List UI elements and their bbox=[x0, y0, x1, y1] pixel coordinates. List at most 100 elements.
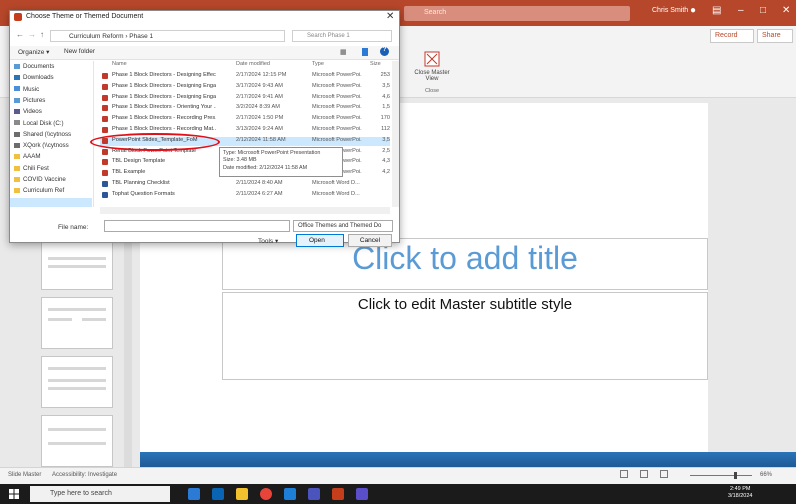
organize-button[interactable]: Organize ▾ bbox=[18, 48, 49, 56]
help-icon[interactable]: ? bbox=[380, 47, 389, 56]
powerpoint-file-icon bbox=[102, 170, 108, 177]
file-name-input[interactable] bbox=[104, 220, 290, 232]
column-size[interactable]: Size bbox=[370, 61, 381, 67]
powerpoint-file-icon bbox=[102, 94, 108, 101]
file-row[interactable]: Phase 1 Block Directors - Recording Pres… bbox=[100, 115, 390, 124]
file-name: Phase 1 Block Directors - Recording Pres… bbox=[112, 115, 216, 122]
start-button[interactable] bbox=[0, 484, 28, 504]
share-button[interactable]: Share bbox=[757, 29, 793, 43]
nav-item[interactable]: COVID Vaccine bbox=[14, 176, 66, 183]
file-date: 2/17/2024 1:50 PM bbox=[236, 115, 284, 122]
task-view-icon[interactable] bbox=[188, 488, 200, 500]
teams-icon[interactable] bbox=[308, 488, 320, 500]
clock-time: 2:49 PM bbox=[729, 486, 751, 492]
cancel-button[interactable]: Cancel bbox=[348, 234, 392, 247]
title-placeholder-text: Click to add title bbox=[352, 240, 578, 276]
column-type[interactable]: Type bbox=[312, 61, 324, 67]
nav-item[interactable]: Documents bbox=[14, 63, 54, 70]
layout-thumbnail[interactable] bbox=[41, 238, 113, 290]
file-type-select[interactable]: Office Themes and Themed Do bbox=[293, 220, 393, 232]
record-button[interactable]: Record bbox=[710, 29, 754, 43]
nav-item[interactable]: Music bbox=[14, 86, 39, 93]
zoom-level[interactable]: 66% bbox=[760, 472, 772, 478]
file-type: Microsoft Word D... bbox=[312, 180, 360, 186]
dialog-search-input[interactable]: Search Phase 1 bbox=[292, 30, 392, 42]
minimize-icon[interactable]: – bbox=[738, 5, 744, 16]
file-size: 3,5 bbox=[382, 82, 390, 89]
new-folder-button[interactable]: New folder bbox=[64, 48, 95, 55]
file-row[interactable]: Phase 1 Block Directors - Designing Enga… bbox=[100, 83, 390, 92]
powerpoint-search-box[interactable]: Search bbox=[404, 6, 630, 21]
normal-view-icon[interactable] bbox=[620, 470, 628, 478]
user-name[interactable]: Chris Smith bbox=[652, 7, 688, 14]
file-row[interactable]: Phase 1 Block Directors - Designing Enga… bbox=[100, 94, 390, 103]
file-date: 3/13/2024 9:24 AM bbox=[236, 126, 283, 132]
nav-item-label: Downloads bbox=[23, 74, 54, 82]
app-taskbar-icon[interactable] bbox=[356, 488, 368, 500]
view-options-icon[interactable]: ▦ bbox=[340, 48, 347, 56]
taskbar-search-box[interactable]: Type here to search bbox=[30, 486, 170, 502]
horizontal-scrollbar[interactable] bbox=[100, 207, 390, 214]
folder-icon bbox=[14, 131, 20, 137]
file-size: 3,5 bbox=[382, 136, 390, 143]
forward-arrow-icon[interactable]: → bbox=[28, 30, 36, 39]
file-explorer-icon[interactable] bbox=[236, 488, 248, 500]
column-date-modified[interactable]: Date modified bbox=[236, 61, 270, 67]
nav-item[interactable]: Curriculum Ref bbox=[14, 187, 64, 194]
maximize-icon[interactable]: □ bbox=[760, 5, 766, 16]
file-name: Phase 1 Block Directors - Designing Enga… bbox=[112, 82, 216, 89]
column-name[interactable]: Name bbox=[112, 61, 127, 67]
powerpoint-dialog-icon bbox=[14, 13, 22, 21]
preview-pane-icon[interactable] bbox=[362, 48, 368, 56]
outlook-icon[interactable] bbox=[284, 488, 296, 500]
nav-item[interactable]: Downloads bbox=[14, 74, 54, 81]
nav-item[interactable]: XQork (\\cytnoss bbox=[14, 142, 69, 149]
file-row[interactable]: Phase 1 Block Directors - Designing Effe… bbox=[100, 72, 390, 81]
powerpoint-taskbar-icon[interactable] bbox=[332, 488, 344, 500]
layout-thumbnail[interactable] bbox=[41, 356, 113, 408]
zoom-slider[interactable] bbox=[690, 475, 752, 476]
nav-item[interactable]: Shared (\\cytnoss bbox=[14, 131, 71, 138]
ribbon-display-icon[interactable]: ▤ bbox=[712, 5, 721, 16]
folder-icon bbox=[14, 109, 20, 115]
file-type: Microsoft PowerPoi... bbox=[312, 104, 362, 111]
nav-item[interactable]: AAAM bbox=[14, 153, 41, 160]
nav-item-label: Local Disk (C:) bbox=[23, 119, 64, 127]
nav-item-label: Videos bbox=[23, 108, 42, 116]
nav-item-label: Chili Fest bbox=[23, 164, 49, 172]
file-row[interactable]: TBL Planning Checklist 2/11/2024 8:40 AM M… bbox=[100, 180, 390, 189]
address-bar[interactable]: Curriculum Reform › Phase 1 bbox=[50, 30, 285, 42]
back-arrow-icon[interactable]: ← bbox=[16, 30, 24, 39]
file-size: 4,6 bbox=[382, 93, 390, 100]
up-arrow-icon[interactable]: ↑ bbox=[40, 30, 44, 39]
powerpoint-file-icon bbox=[102, 159, 108, 166]
reading-view-icon[interactable] bbox=[660, 470, 668, 478]
slide-sorter-icon[interactable] bbox=[640, 470, 648, 478]
vertical-scrollbar[interactable] bbox=[392, 61, 399, 207]
nav-item[interactable]: Local Disk (C:) bbox=[14, 120, 64, 127]
dialog-title: Choose Theme or Themed Document bbox=[26, 13, 144, 20]
edge-icon[interactable] bbox=[212, 488, 224, 500]
taskbar-clock[interactable]: 2:49 PM 3/18/2024 bbox=[728, 486, 752, 500]
layout-thumbnail[interactable] bbox=[41, 297, 113, 349]
chrome-icon[interactable] bbox=[260, 488, 272, 500]
nav-item-label: Curriculum Ref bbox=[23, 187, 65, 195]
file-name: TBL Design Template bbox=[112, 158, 166, 165]
zoom-slider-thumb[interactable] bbox=[734, 472, 737, 479]
file-row[interactable]: Phase 1 Block Directors - Orienting Your… bbox=[100, 104, 390, 113]
user-avatar-icon[interactable]: ● bbox=[690, 5, 696, 16]
close-master-view-button[interactable]: Close Master View bbox=[413, 50, 451, 88]
layout-thumbnail[interactable] bbox=[41, 415, 113, 467]
tools-button[interactable]: Tools ▾ bbox=[258, 237, 278, 245]
close-window-icon[interactable]: ✕ bbox=[782, 5, 790, 16]
powerpoint-file-icon bbox=[102, 148, 108, 155]
powerpoint-file-icon bbox=[102, 116, 108, 123]
open-button[interactable]: Open bbox=[296, 234, 344, 247]
nav-item[interactable]: Pictures bbox=[14, 97, 45, 104]
file-row[interactable]: Tophat Question Formats 2/11/2024 6:27 AM… bbox=[100, 191, 390, 200]
dialog-close-icon[interactable]: ✕ bbox=[386, 11, 394, 22]
nav-item[interactable]: Chili Fest bbox=[14, 165, 49, 172]
nav-item[interactable]: Videos bbox=[14, 108, 42, 115]
accessibility-status[interactable]: Accessibility: Investigate bbox=[52, 472, 117, 478]
tooltip-type: Type: Microsoft PowerPoint Presentation bbox=[223, 150, 321, 156]
